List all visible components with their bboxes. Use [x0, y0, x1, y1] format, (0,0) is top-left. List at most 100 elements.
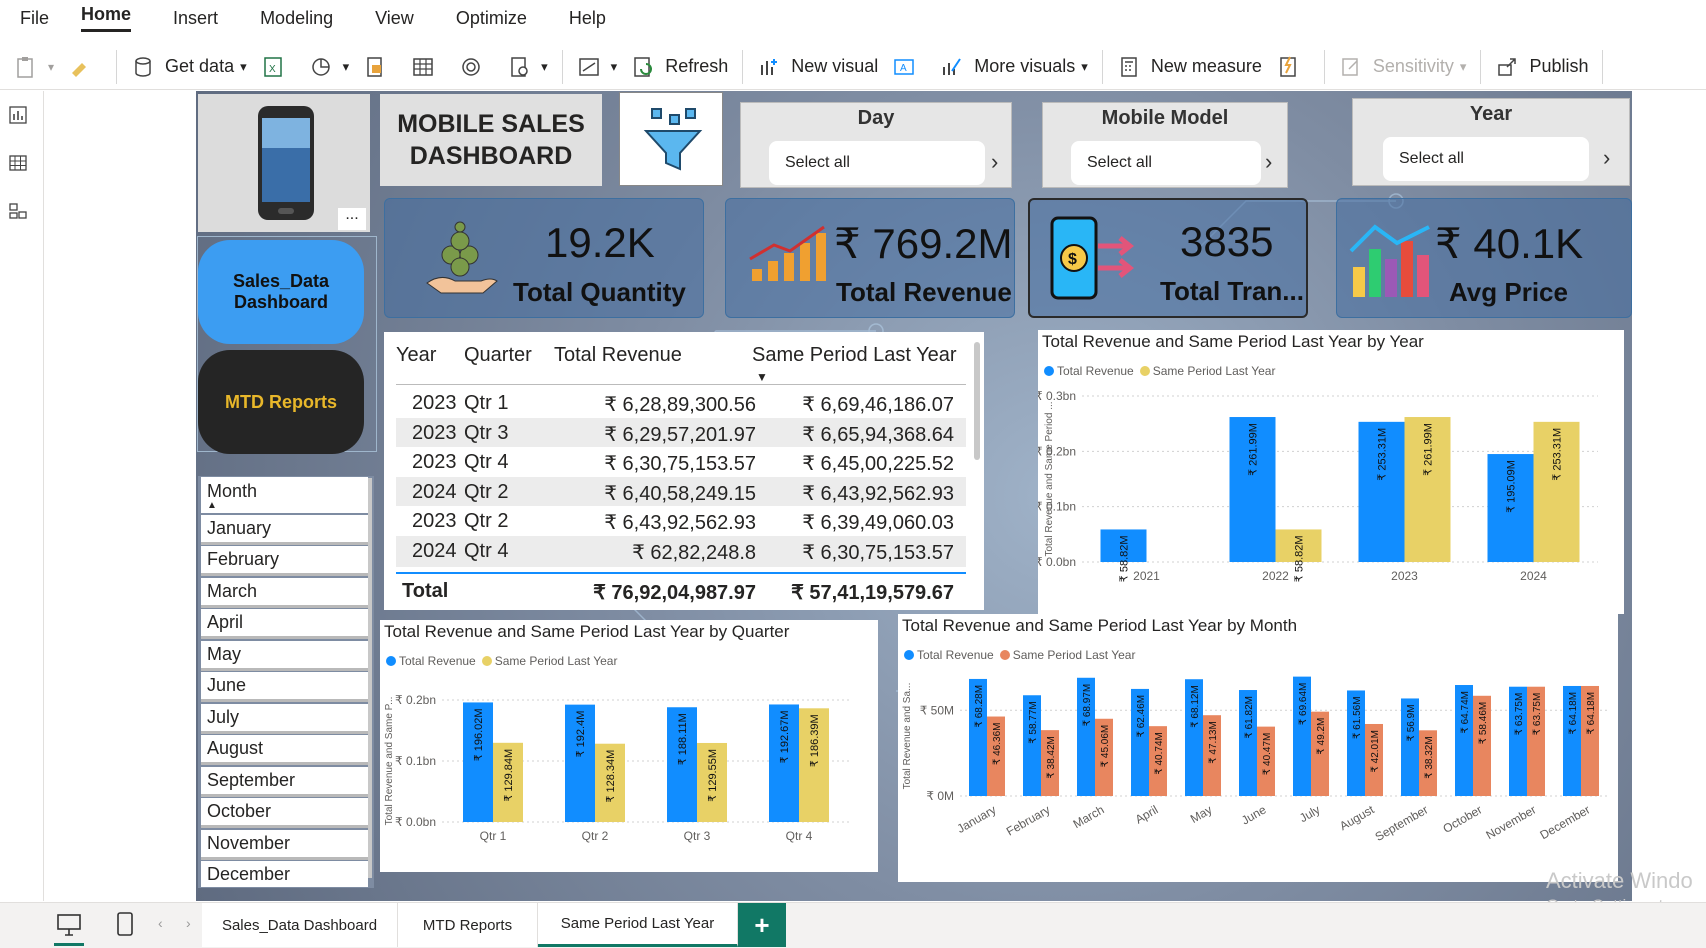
menu-help[interactable]: Help — [569, 8, 606, 29]
dataverse-button[interactable] — [459, 49, 493, 85]
data-label: ₹ 188.11M — [677, 713, 689, 765]
datahub-button[interactable]: ▾ — [309, 49, 349, 85]
sensitivity-label: Sensitivity — [1372, 56, 1454, 76]
data-label: ₹ 69.64M — [1298, 683, 1309, 726]
menu-modeling[interactable]: Modeling — [260, 8, 333, 29]
transform-data-button[interactable]: ▾ — [577, 49, 617, 85]
sensitivity-button[interactable]: Sensitivity ▾ — [1339, 49, 1466, 85]
cell-sply: ₹ 6,30,75,153.57 — [802, 541, 954, 564]
add-page-button[interactable]: + — [738, 903, 786, 947]
col-header-sply[interactable]: Same Period Last Year — [752, 344, 957, 367]
chevron-right-icon[interactable]: › — [991, 149, 998, 175]
more-visuals-button[interactable]: More visuals ▾ — [940, 49, 1088, 85]
scroll-right-icon[interactable]: › — [186, 915, 191, 931]
new-measure-button[interactable]: New measure — [1117, 49, 1262, 85]
month-item-april[interactable]: April — [201, 609, 368, 639]
chevron-right-icon[interactable]: › — [1603, 145, 1610, 171]
revenue-table: Year Quarter Total Revenue Same Period L… — [396, 344, 966, 604]
menu-optimize[interactable]: Optimize — [456, 8, 527, 29]
menu-view[interactable]: View — [375, 8, 414, 29]
month-item-may[interactable]: May — [201, 640, 368, 671]
month-item-june[interactable]: June — [201, 672, 368, 702]
mtd-reports-button[interactable]: MTD Reports — [198, 350, 364, 454]
recent-sources-button[interactable]: ▾ — [507, 49, 548, 85]
table-row[interactable]: 2023 Qtr 4 ₹ 6,30,75,153.57 ₹ 6,45,00,225.5… — [396, 447, 966, 478]
sales-data-dashboard-button[interactable]: Sales_Data Dashboard — [198, 240, 364, 344]
month-item-december[interactable]: December — [201, 861, 368, 887]
menu-home[interactable]: Home — [81, 4, 132, 32]
tab-sales-data-dashboard[interactable]: Sales_Data Dashboard — [202, 903, 398, 947]
format-painter-icon — [72, 62, 87, 77]
publish-button[interactable]: Publish — [1495, 49, 1588, 85]
y-tick-label: ₹ 0.2bn — [1038, 444, 1076, 458]
enter-data-button[interactable] — [411, 49, 445, 85]
cell-total-revenue: ₹ 6,40,58,249.15 — [604, 482, 756, 505]
data-label: ₹ 68.12M — [1190, 685, 1201, 728]
mobile-model-slicer-dropdown[interactable]: Select all — [1071, 141, 1261, 185]
tab-same-period-last-year[interactable]: Same Period Last Year — [538, 903, 738, 947]
table-row[interactable]: 2023 Qtr 3 ₹ 6,29,57,201.97 ₹ 6,65,94,368.6… — [396, 417, 966, 449]
quick-measure-button[interactable] — [1276, 49, 1310, 85]
divider — [1323, 49, 1325, 84]
legend-dot-sply — [999, 650, 1010, 660]
table-row[interactable]: 2024 Qtr 4 ₹ 62,82,248.8 ₹ 6,30,75,153.57 — [396, 535, 966, 567]
more-options-button[interactable]: ... — [338, 207, 366, 230]
table-row[interactable]: 2023 Qtr 1 ₹ 6,28,89,300.56 ₹ 6,69,46,186.0… — [396, 388, 966, 419]
kpi-total-revenue-label: Total Revenue — [836, 277, 1012, 307]
table-row[interactable]: 2024 Qtr 2 ₹ 6,40,58,249.15 ₹ 6,43,92,562.9… — [396, 476, 966, 508]
col-header-total-revenue[interactable]: Total Revenue — [554, 344, 682, 367]
desktop-view-icon[interactable] — [56, 913, 82, 937]
chevron-down-icon: ▾ — [240, 58, 247, 74]
year-slicer-dropdown[interactable]: Select all — [1383, 137, 1589, 181]
mobile-view-icon[interactable] — [116, 911, 134, 937]
format-painter-button[interactable] — [68, 49, 102, 85]
month-item-february[interactable]: February — [201, 546, 368, 576]
cell-quarter: Qtr 2 — [464, 510, 509, 532]
month-scrollbar[interactable] — [368, 478, 372, 878]
excel-button[interactable]: X — [261, 49, 295, 85]
month-item-july[interactable]: July — [201, 703, 368, 734]
refresh-button[interactable]: Refresh — [631, 49, 728, 85]
tab-mtd-reports[interactable]: MTD Reports — [398, 903, 538, 947]
sort-desc-icon: ▼ — [756, 370, 768, 384]
data-label: ₹ 47.13M — [1208, 721, 1219, 764]
month-slicer-header[interactable]: Month ▲ — [201, 477, 368, 513]
table-view-icon[interactable] — [8, 153, 28, 173]
filter-button[interactable] — [619, 92, 723, 186]
report-view-icon[interactable] — [8, 105, 28, 125]
x-tick-label: 2021 — [1133, 569, 1160, 583]
x-tick-label: Qtr 3 — [684, 829, 711, 843]
table-row[interactable]: 2023 Qtr 2 ₹ 6,43,92,562.93 ₹ 6,39,49,060.0… — [396, 506, 966, 537]
paste-button[interactable]: ▾ — [14, 49, 54, 85]
table-scrollbar[interactable] — [974, 342, 980, 460]
x-tick-label: 2023 — [1391, 569, 1418, 583]
menu-file[interactable]: File — [20, 8, 49, 29]
dataverse-icon — [462, 57, 480, 76]
data-label: ₹ 64.74M — [1460, 691, 1471, 734]
month-item-november[interactable]: November — [201, 829, 368, 860]
col-header-year[interactable]: Year — [396, 344, 436, 367]
sql-button[interactable] — [363, 49, 397, 85]
month-item-august[interactable]: August — [201, 735, 368, 765]
total-label: Total — [402, 580, 449, 602]
menu-insert[interactable]: Insert — [173, 8, 218, 29]
year-slicer-title: Year — [1469, 103, 1513, 125]
new-visual-button[interactable]: New visual — [757, 49, 878, 85]
x-tick-label: November — [1484, 802, 1539, 842]
model-view-icon[interactable] — [8, 201, 28, 221]
cell-year: 2024 — [412, 480, 457, 503]
chevron-right-icon[interactable]: › — [1265, 149, 1272, 175]
table-icon — [413, 57, 433, 76]
month-item-september[interactable]: September — [201, 766, 368, 797]
cell-sply: ₹ 6,39,49,060.03 — [802, 512, 954, 534]
text-box-button[interactable]: A — [892, 49, 926, 85]
get-data-button[interactable]: Get data ▾ — [131, 49, 247, 85]
legend-sply: Same Period Last Year — [1012, 648, 1136, 662]
watermark-line-1: Activate Windo — [1546, 868, 1693, 893]
col-header-quarter[interactable]: Quarter — [464, 344, 532, 367]
day-slicer-dropdown[interactable]: Select all — [769, 141, 985, 185]
month-item-january[interactable]: January — [201, 514, 368, 545]
scroll-left-icon[interactable]: ‹ — [158, 915, 163, 931]
month-item-march[interactable]: March — [201, 577, 368, 608]
month-item-october[interactable]: October — [201, 798, 368, 828]
